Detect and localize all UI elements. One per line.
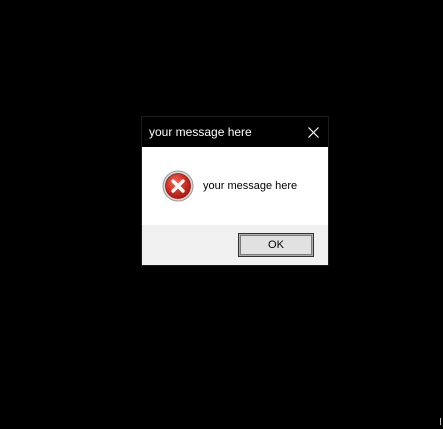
error-icon (162, 170, 194, 202)
screen-edge-artifact (440, 418, 441, 425)
dialog-message: your message here (203, 180, 298, 192)
close-button[interactable] (298, 117, 328, 147)
message-dialog: your message here your message here OK (141, 116, 329, 266)
dialog-titlebar[interactable]: your message here (142, 117, 328, 147)
dialog-footer: OK (142, 225, 328, 265)
ok-button[interactable]: OK (239, 234, 313, 256)
close-icon (307, 126, 319, 138)
dialog-content: your message here (142, 147, 328, 225)
desktop-background: your message here your message here OK (0, 0, 443, 429)
dialog-title: your message here (149, 125, 252, 139)
